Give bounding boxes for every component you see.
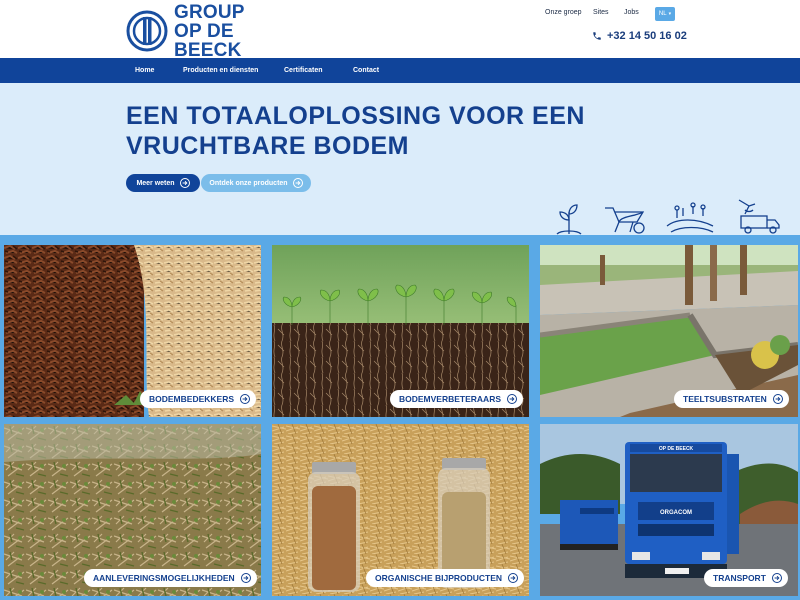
nav-item-producten[interactable]: Producten en diensten	[183, 58, 258, 83]
logo-mark-icon	[126, 10, 168, 52]
sprout-icon	[556, 204, 582, 235]
phone-link[interactable]: +32 14 50 16 02	[592, 30, 687, 42]
arrow-right-icon	[292, 178, 303, 188]
arrow-right-icon	[240, 573, 251, 583]
tile-label-pill[interactable]: BODEMVERBETERAARS	[390, 390, 524, 408]
utility-link-onze-groep[interactable]: Onze groep	[545, 9, 582, 16]
tile-bodembedekkers[interactable]: BODEMBEDEKKERS	[4, 245, 261, 417]
nav-item-home[interactable]: Home	[135, 58, 154, 83]
hero-title-line-1: EEN TOTAALOPLOSSING VOOR EEN	[126, 102, 585, 130]
utility-link-jobs[interactable]: Jobs	[624, 9, 639, 16]
tile-aanleveringsmogelijkheden[interactable]: AANLEVERINGSMOGELIJKHEDEN	[4, 424, 261, 596]
truck-rear	[560, 500, 618, 550]
ontdek-producten-label: Ontdek onze producten	[209, 179, 288, 187]
hero-title: EEN TOTAALOPLOSSING VOOR EEN VRUCHTBARE …	[126, 101, 586, 161]
field-icon	[666, 202, 714, 233]
tile-organische-bijproducten[interactable]: ORGANISCHE BIJPRODUCTEN	[272, 424, 529, 596]
hero-illustration	[556, 199, 780, 235]
jar-left	[308, 462, 360, 592]
arrow-right-icon	[772, 394, 783, 404]
brand-name: GROUP OP DE BEECK	[174, 3, 306, 60]
top-header: GROUP OP DE BEECK Onze groep Sites Jobs …	[0, 0, 800, 60]
tile-label: BODEMBEDEKKERS	[149, 394, 235, 404]
tile-label-pill[interactable]: AANLEVERINGSMOGELIJKHEDEN	[84, 569, 257, 587]
tile-label: ORGANISCHE BIJPRODUCTEN	[375, 573, 503, 583]
arrow-right-icon	[771, 573, 782, 583]
arrow-right-icon	[508, 573, 519, 583]
tile-label: AANLEVERINGSMOGELIJKHEDEN	[93, 573, 235, 583]
tile-label: TRANSPORT	[713, 573, 766, 583]
tile-label-pill[interactable]: ORGANISCHE BIJPRODUCTEN	[366, 569, 525, 587]
chevron-down-icon: ▾	[668, 11, 672, 17]
ontdek-producten-button[interactable]: Ontdek onze producten	[201, 174, 311, 192]
brand-logo[interactable]: GROUP OP DE BEECK	[126, 3, 306, 60]
utility-link-sites[interactable]: Sites	[593, 9, 609, 16]
nav-item-contact[interactable]: Contact	[353, 58, 379, 83]
meer-weten-button[interactable]: Meer weten	[126, 174, 200, 192]
truck-loading-icon	[738, 199, 780, 234]
arrow-right-icon	[507, 394, 518, 404]
phone-number: +32 14 50 16 02	[607, 30, 687, 42]
truck-trailer-text: ORGACOM	[660, 510, 692, 516]
tile-label: TEELTSUBSTRATEN	[683, 394, 767, 404]
tile-teeltsubstraten[interactable]: TEELTSUBSTRATEN	[540, 245, 798, 417]
wheelbarrow-icon	[605, 207, 645, 234]
arrow-right-icon	[179, 178, 190, 188]
brand-line-1: GROUP	[174, 1, 245, 23]
main-nav: Home Producten en diensten Certificaten …	[0, 58, 800, 83]
arrow-right-icon	[240, 394, 251, 404]
product-grid: BODEMBEDEKKERS BODEMVERBETERAARS TEELTSU…	[0, 235, 800, 600]
meer-weten-label: Meer weten	[136, 179, 175, 187]
hero-title-line-2: VRUCHTBARE BODEM	[126, 132, 409, 160]
truck-cab-text: OP DE BEECK	[659, 446, 694, 452]
phone-icon	[593, 32, 601, 40]
hero-section: EEN TOTAALOPLOSSING VOOR EEN VRUCHTBARE …	[0, 83, 800, 235]
brand-line-2: OP DE BEECK	[174, 20, 242, 61]
tile-label-pill[interactable]: BODEMBEDEKKERS	[140, 390, 257, 408]
tile-label-pill[interactable]: TRANSPORT	[704, 569, 788, 587]
tile-bodemverbeteraars[interactable]: BODEMVERBETERAARS	[272, 245, 529, 417]
language-selector[interactable]: NL ▾	[655, 7, 675, 21]
tile-label: BODEMVERBETERAARS	[399, 394, 502, 404]
language-label: NL	[658, 11, 667, 17]
tile-transport[interactable]: OP DE BEECK ORGACOM TRANSPORT	[540, 424, 798, 596]
tile-label-pill[interactable]: TEELTSUBSTRATEN	[674, 390, 789, 408]
nav-item-certificaten[interactable]: Certificaten	[284, 58, 323, 83]
